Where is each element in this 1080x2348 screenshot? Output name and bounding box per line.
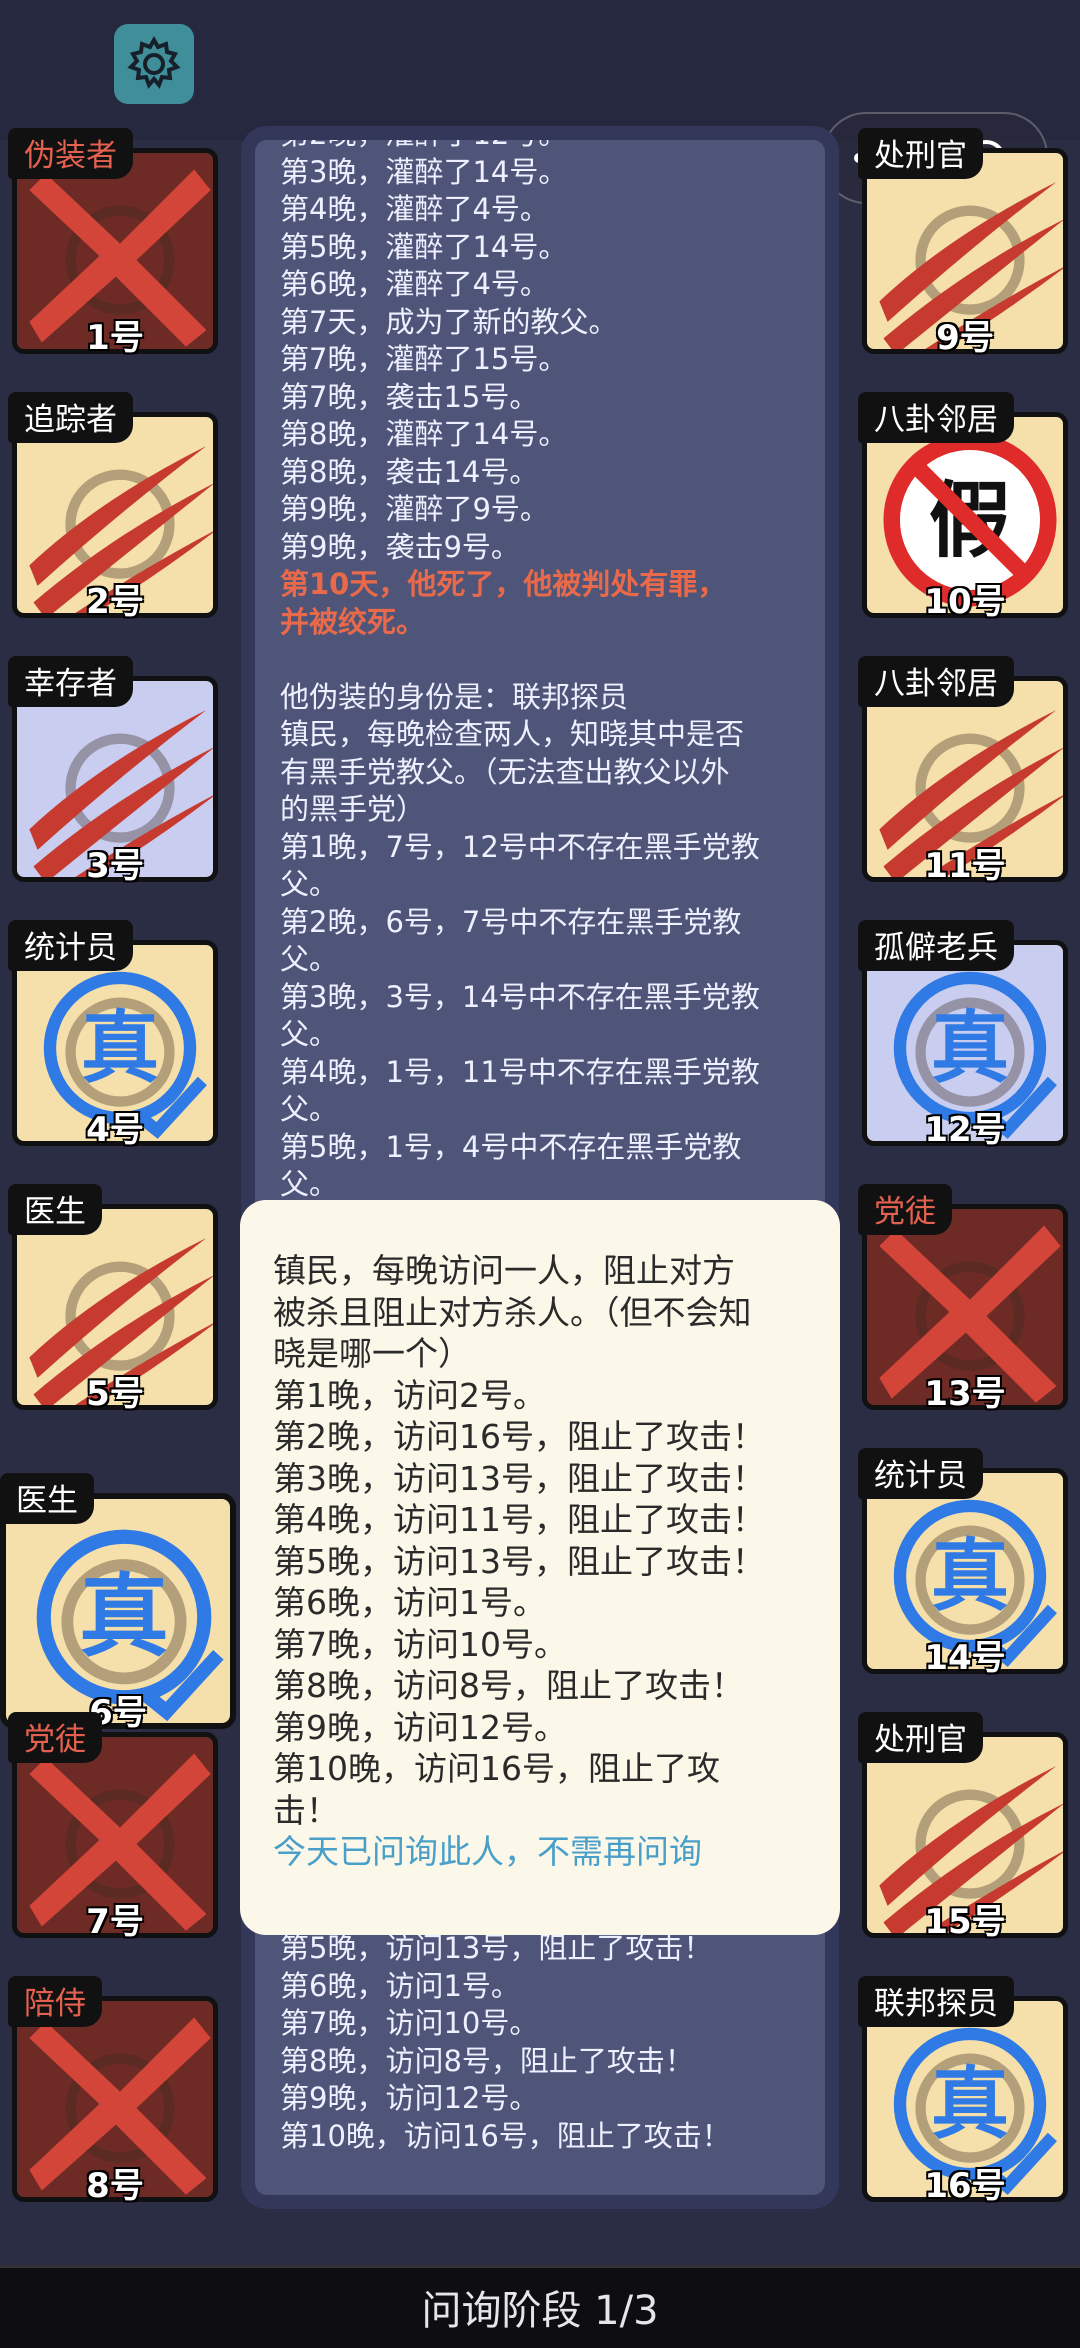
check-line: 第1晚，7号，12号中不存在黑手党教: [280, 829, 760, 864]
svg-text:真: 真: [931, 1531, 1009, 1622]
player-number: 14号: [924, 1638, 1006, 1678]
player-detail-popup[interactable]: 镇民，每晚访问一人，阻止对方 被杀且阻止对方杀人。（但不会知 晓是哪一个） 第1…: [240, 1200, 840, 1935]
popup-line: 第2晚，访问16号，阻止了攻击！: [273, 1417, 765, 1456]
phase-label: 问询阶段 1/3: [421, 2288, 659, 2334]
player-number: 3号: [86, 846, 144, 886]
check-line: 父。: [280, 1092, 339, 1126]
role-label: 八卦邻居: [858, 656, 1014, 707]
log-line: 第6晚，访问1号。: [280, 1968, 520, 2003]
role-label: 追踪者: [8, 392, 133, 443]
check-line: 第4晚，1号，11号中不存在黑手党教: [280, 1054, 760, 1089]
player-number: 11号: [924, 846, 1006, 886]
svg-text:真: 真: [81, 1003, 159, 1094]
popup-line: 第8晚，访问8号，阻止了攻击！: [273, 1666, 744, 1705]
player-number: 2号: [86, 582, 144, 622]
log-line: 第3晚，灌醉了14号。: [280, 154, 568, 189]
log-line: 第5晚，访问13号，阻止了攻击！: [280, 1931, 713, 1965]
player-number: 9号: [936, 318, 994, 358]
check-line: 第5晚，1号，4号中不存在黑手党教: [280, 1129, 742, 1164]
log-text: 第2晚，灌醉了12号。 第3晚，灌醉了14号。 第4晚，灌醉了4号。 第5晚，灌…: [280, 140, 820, 1204]
log-line: 第2晚，灌醉了12号。: [280, 140, 820, 154]
svg-text:真: 真: [931, 2059, 1009, 2150]
player-number: 5号: [86, 1374, 144, 1414]
player-number: 7号: [86, 1902, 144, 1942]
check-line: 父。: [280, 942, 339, 976]
check-line: 父。: [280, 1167, 339, 1201]
svg-text:真: 真: [79, 1566, 169, 1670]
popup-line: 第6晚，访问1号。: [273, 1583, 546, 1622]
role-desc-line: 有黑手党教父。（无法查出教父以外: [280, 754, 730, 789]
player-number: 10号: [924, 582, 1006, 622]
log-line: 第7天，成为了新的教父。: [280, 304, 618, 339]
role-label: 幸存者: [8, 656, 133, 707]
log-line: 第7晚，袭击15号。: [280, 379, 539, 414]
log-line: 第6晚，灌醉了4号。: [280, 267, 549, 301]
player-number: 1号: [86, 318, 144, 358]
disguise-line: 他伪装的身份是：联邦探员: [280, 679, 629, 714]
death-line: 第10天，他死了，他被判处有罪，: [280, 567, 727, 601]
check-line: 父。: [280, 1017, 339, 1051]
role-label: 医生: [0, 1473, 94, 1524]
phase-bar: 问询阶段 1/3: [0, 2265, 1080, 2348]
log-line: 第5晚，灌醉了14号。: [280, 229, 568, 264]
role-desc-line: 镇民，每晚检查两人，知晓其中是否: [280, 717, 745, 751]
player-number: 15号: [924, 1902, 1006, 1942]
player-number: 16号: [924, 2166, 1006, 2206]
log-line: 第4晚，灌醉了4号。: [280, 192, 549, 226]
death-line: 并被绞死。: [280, 604, 426, 639]
popup-line: 第4晚，访问11号，阻止了攻击！: [273, 1500, 765, 1539]
popup-line: 第1晚，访问2号。: [273, 1375, 546, 1415]
role-label: 陪侍: [8, 1976, 102, 2027]
role-label: 联邦探员: [858, 1976, 1014, 2027]
settings-button[interactable]: [114, 24, 194, 104]
check-line: 第3晚，3号，14号中不存在黑手党教: [280, 979, 760, 1014]
popup-line: 第7晚，访问10号。: [273, 1624, 567, 1664]
player-number: 4号: [86, 1110, 144, 1150]
role-desc-line: 的黑手党）: [280, 792, 426, 826]
role-label: 党徒: [8, 1712, 102, 1763]
role-label: 处刑官: [858, 128, 983, 179]
role-label: 统计员: [858, 1448, 983, 1499]
player-number: 12号: [924, 1110, 1006, 1150]
popup-line: 第3晚，访问13号，阻止了攻击！: [273, 1458, 765, 1498]
log-line: 第8晚，访问8号，阻止了攻击！: [280, 2043, 694, 2078]
log-bottom-text: 第5晚，访问13号，阻止了攻击！ 第6晚，访问1号。 第7晚，访问10号。 第8…: [280, 1930, 820, 2155]
popup-line: 被杀且阻止对方杀人。（但不会知: [273, 1292, 752, 1332]
check-line: 第2晚，6号，7号中不存在黑手党教: [280, 904, 742, 939]
gear-icon: [124, 34, 184, 94]
check-line: 父。: [280, 867, 339, 901]
log-line: 第7晚，访问10号。: [280, 2006, 539, 2040]
role-label: 党徒: [858, 1184, 952, 1235]
popup-line: 击！: [273, 1790, 339, 1830]
player-number: 8号: [86, 2166, 144, 2206]
popup-line: 第10晚，访问16号，阻止了攻: [273, 1749, 720, 1788]
role-label: 八卦邻居: [858, 392, 1014, 443]
role-label: 医生: [8, 1184, 102, 1235]
already-asked-note: 今天已问询此人，不需再问询: [273, 1832, 702, 1871]
role-label: 孤僻老兵: [858, 920, 1014, 971]
player-number: 13号: [924, 1374, 1006, 1414]
log-line: 第9晚，袭击9号。: [280, 529, 520, 564]
popup-line: 晓是哪一个）: [273, 1334, 471, 1373]
role-label: 处刑官: [858, 1712, 983, 1763]
log-line: 第8晚，袭击14号。: [280, 454, 539, 489]
log-line: 第7晚，灌醉了15号。: [280, 342, 568, 376]
popup-text: 镇民，每晚访问一人，阻止对方 被杀且阻止对方杀人。（但不会知 晓是哪一个） 第1…: [273, 1250, 813, 1873]
svg-text:真: 真: [931, 1003, 1009, 1094]
popup-line: 第5晚，访问13号，阻止了攻击！: [273, 1541, 765, 1581]
log-line: 第9晚，访问12号。: [280, 2081, 539, 2115]
log-line: 第8晚，灌醉了14号。: [280, 417, 568, 451]
role-label: 伪装者: [8, 128, 133, 179]
log-line: 第9晚，灌醉了9号。: [280, 492, 549, 526]
popup-line: 镇民，每晚访问一人，阻止对方: [273, 1251, 735, 1290]
popup-line: 第9晚，访问12号。: [273, 1707, 567, 1747]
log-line: 第10晚，访问16号，阻止了攻击！: [280, 2118, 731, 2153]
role-label: 统计员: [8, 920, 133, 971]
